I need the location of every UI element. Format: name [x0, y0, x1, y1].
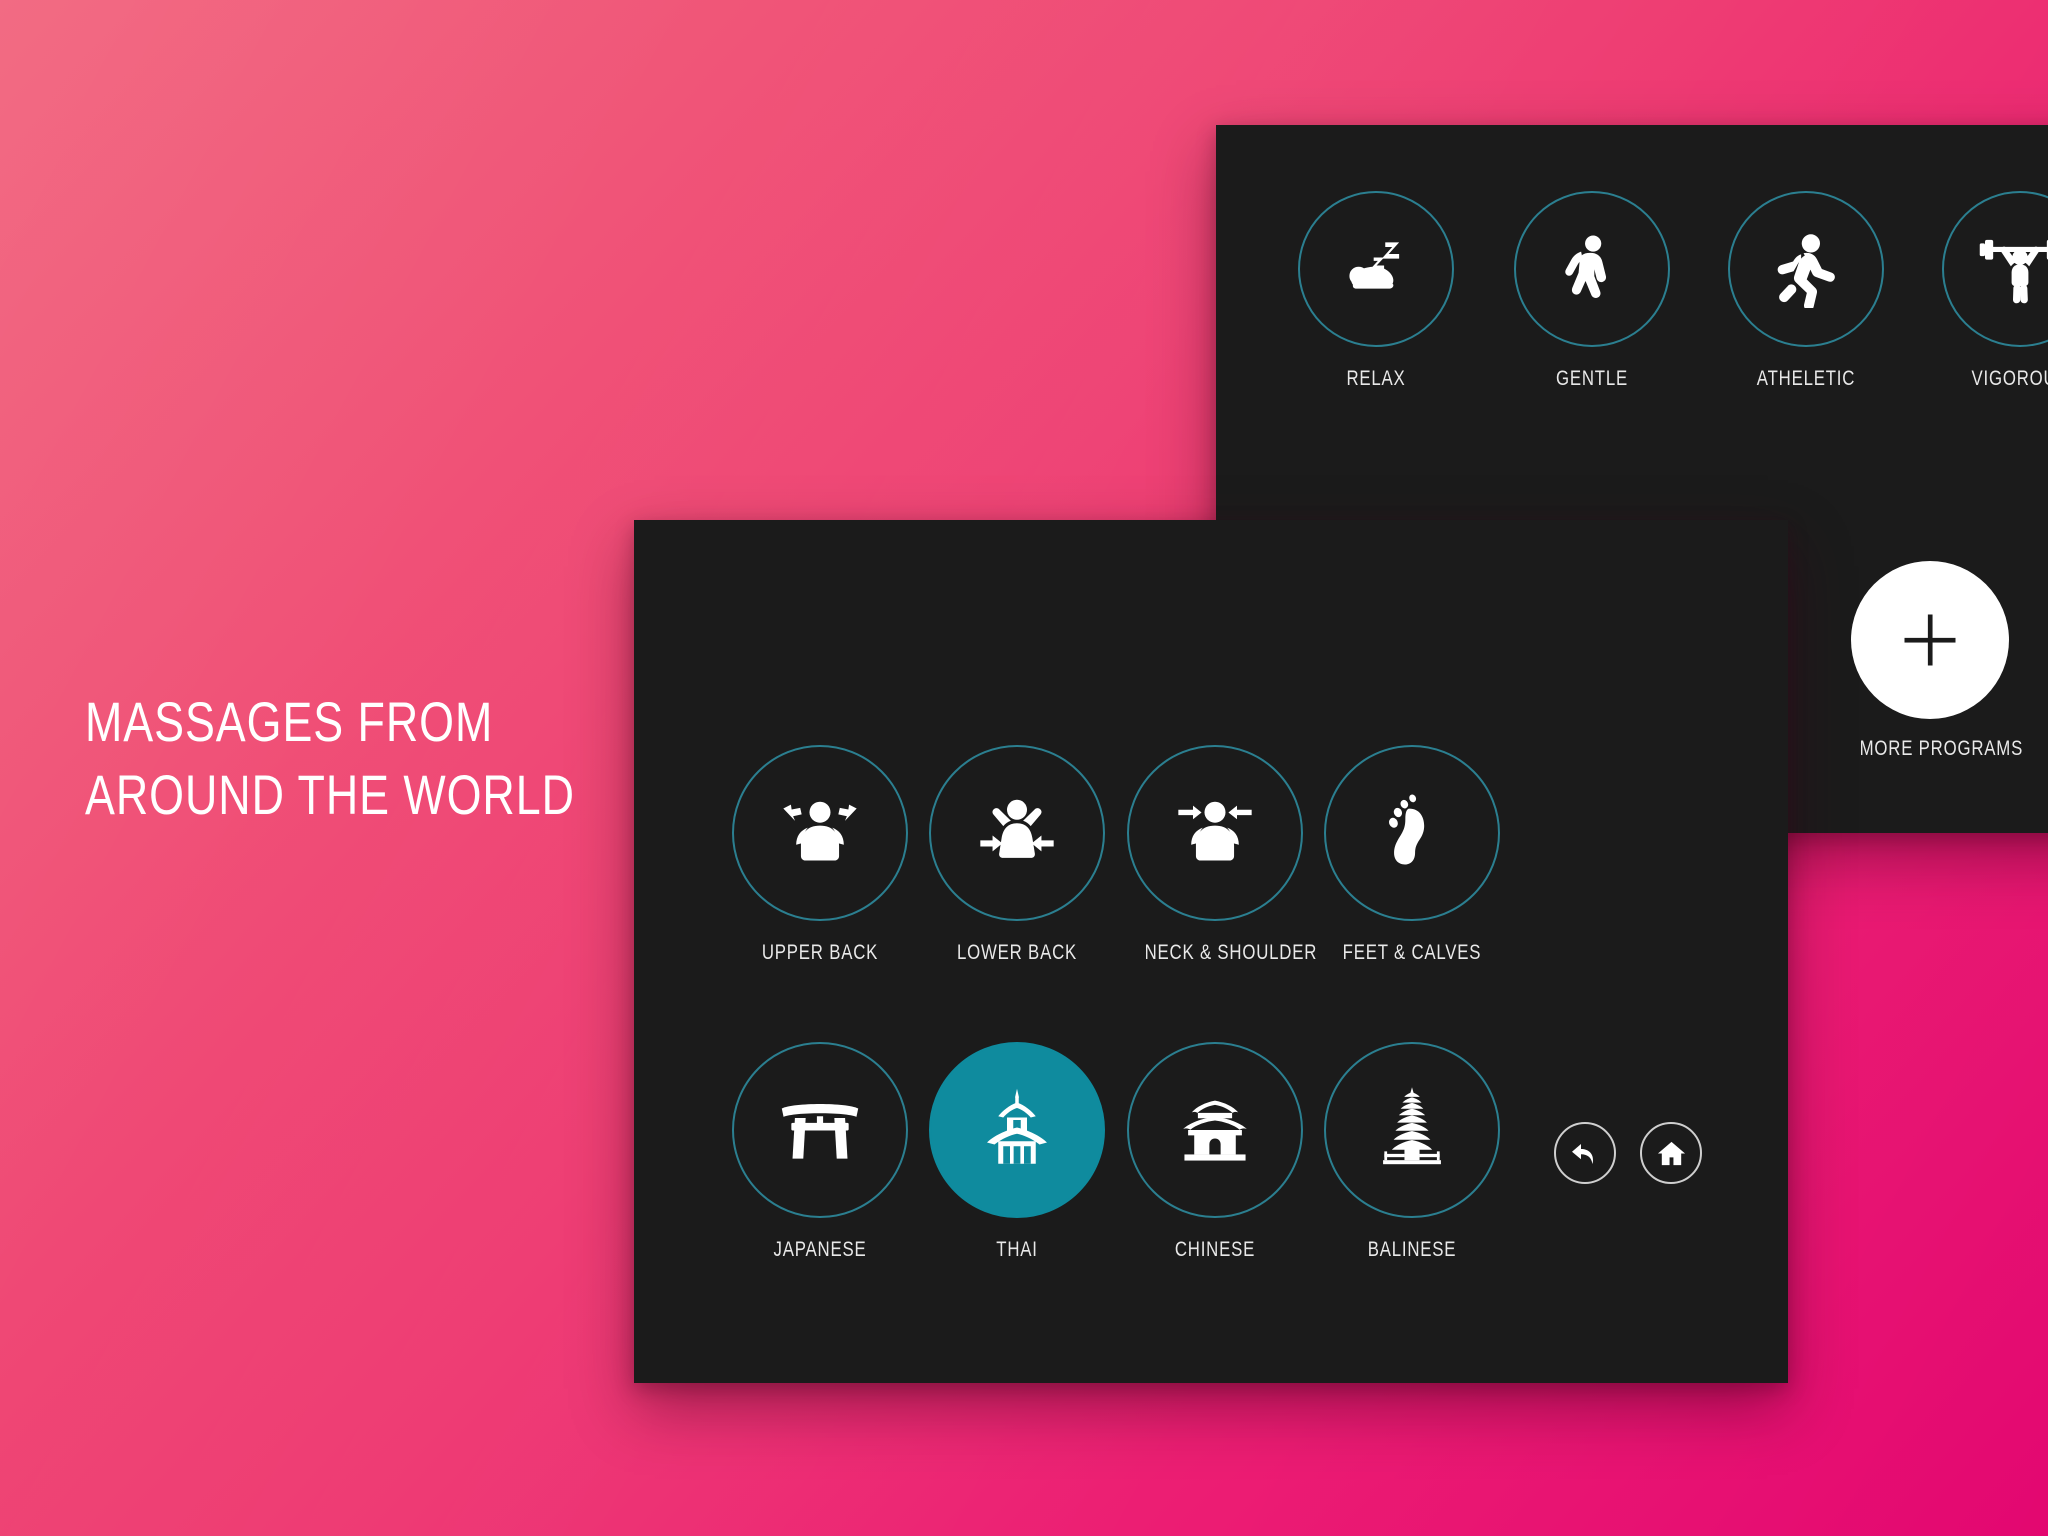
footprint-icon: [1389, 794, 1425, 865]
massage-tile-chinese-ring: [1127, 1042, 1303, 1218]
chinese-temple-icon: [1183, 1100, 1247, 1161]
massage-tile-japanese[interactable]: JAPANESE: [732, 1042, 908, 1262]
page-title-line-2: AROUND THE WORLD: [85, 762, 575, 826]
massage-tile-neck-shoulder-label: NECK & SHOULDER: [1144, 941, 1318, 964]
neck-shoulder-icon: [1178, 801, 1252, 861]
walking-person-icon: [1565, 235, 1607, 299]
plus-icon: [1904, 614, 1956, 666]
massage-tile-thai-label: THAI: [996, 1238, 1038, 1261]
massage-tile-lower-back-ring: [929, 745, 1105, 921]
massage-tile-upper-back-ring: [732, 745, 908, 921]
more-programs-button[interactable]: MORE PROGRAMS: [1842, 561, 2024, 761]
massage-tile-upper-back[interactable]: UPPER BACK: [732, 745, 908, 965]
program-tile-relax-ring: [1298, 191, 1454, 347]
program-tile-vigorous-label: VIGOROUS: [1971, 367, 2048, 390]
massage-tile-feet-calves-ring: [1324, 745, 1500, 921]
massage-tile-neck-shoulder-ring: [1127, 745, 1303, 921]
program-tile-atheletic[interactable]: ATHELETIC: [1728, 191, 1884, 391]
thai-temple-icon: [987, 1088, 1047, 1164]
program-tile-gentle-label: GENTLE: [1555, 367, 1629, 390]
back-arrow-icon: [1572, 1144, 1593, 1164]
running-person-icon: [1777, 234, 1835, 308]
massage-tile-thai-ring: [929, 1042, 1105, 1218]
massage-tile-feet-calves[interactable]: FEET & CALVES: [1324, 745, 1500, 965]
balinese-pagoda-icon: [1383, 1087, 1441, 1165]
massage-tile-upper-back-label: UPPER BACK: [761, 941, 879, 964]
program-tile-gentle-ring: [1514, 191, 1670, 347]
page-title: MASSAGES FROM AROUND THE WORLD: [85, 686, 581, 832]
massage-tile-chinese-label: CHINESE: [1174, 1238, 1256, 1261]
massage-tile-feet-calves-label: FEET & CALVES: [1342, 941, 1482, 964]
lower-back-icon: [980, 799, 1054, 858]
program-tile-vigorous-ring: [1942, 191, 2048, 347]
massage-tile-neck-shoulder[interactable]: NECK & SHOULDER: [1127, 745, 1318, 965]
weightlifter-icon: [1979, 239, 2048, 304]
program-tile-atheletic-ring: [1728, 191, 1884, 347]
program-tile-gentle[interactable]: GENTLE: [1514, 191, 1670, 391]
back-button[interactable]: [1554, 1122, 1616, 1184]
massage-tile-japanese-label: JAPANESE: [773, 1238, 867, 1261]
massages-panel: UPPER BACK LOWER BACK NECK & SHOULDER FE…: [634, 520, 1788, 1383]
program-tile-relax-label: RELAX: [1346, 367, 1406, 390]
screen: MASSAGES FROM AROUND THE WORLD RELAX GEN…: [0, 0, 2048, 1536]
panel-nav-buttons: [1554, 1122, 1702, 1184]
program-tile-relax[interactable]: RELAX: [1298, 191, 1454, 391]
program-tile-atheletic-label: ATHELETIC: [1756, 367, 1856, 390]
massage-tile-balinese-label: BALINESE: [1367, 1238, 1457, 1261]
sleeping-person-icon: [1349, 242, 1400, 289]
upper-back-icon: [783, 801, 857, 861]
more-programs-label: MORE PROGRAMS: [1859, 737, 2024, 760]
more-programs-disc: [1851, 561, 2009, 719]
massage-tile-balinese[interactable]: BALINESE: [1324, 1042, 1500, 1262]
massage-tile-lower-back[interactable]: LOWER BACK: [929, 745, 1105, 965]
massage-tile-balinese-ring: [1324, 1042, 1500, 1218]
home-button[interactable]: [1640, 1122, 1702, 1184]
massage-tile-lower-back-label: LOWER BACK: [956, 941, 1078, 964]
page-title-line-1: MASSAGES FROM: [85, 690, 494, 753]
program-tile-vigorous[interactable]: VIGOROUS: [1942, 191, 2048, 391]
massage-tile-japanese-ring: [732, 1042, 908, 1218]
massage-tile-thai[interactable]: THAI: [929, 1042, 1105, 1262]
massage-tile-chinese[interactable]: CHINESE: [1127, 1042, 1303, 1262]
home-icon: [1657, 1141, 1685, 1165]
torii-gate-icon: [781, 1104, 859, 1159]
